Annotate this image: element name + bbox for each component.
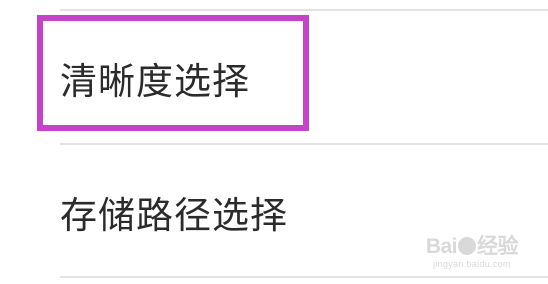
divider	[60, 9, 548, 11]
settings-item-quality[interactable]: 清晰度选择	[0, 18, 548, 130]
settings-list: 清晰度选择 存储路径选择 Bai 经验 jingyan.baidu.com	[0, 0, 548, 284]
divider	[60, 276, 548, 278]
settings-item-label: 存储路径选择	[60, 194, 288, 237]
settings-item-storage-path[interactable]: 存储路径选择	[0, 152, 548, 270]
divider	[60, 143, 548, 145]
settings-item-label: 清晰度选择	[60, 60, 250, 103]
